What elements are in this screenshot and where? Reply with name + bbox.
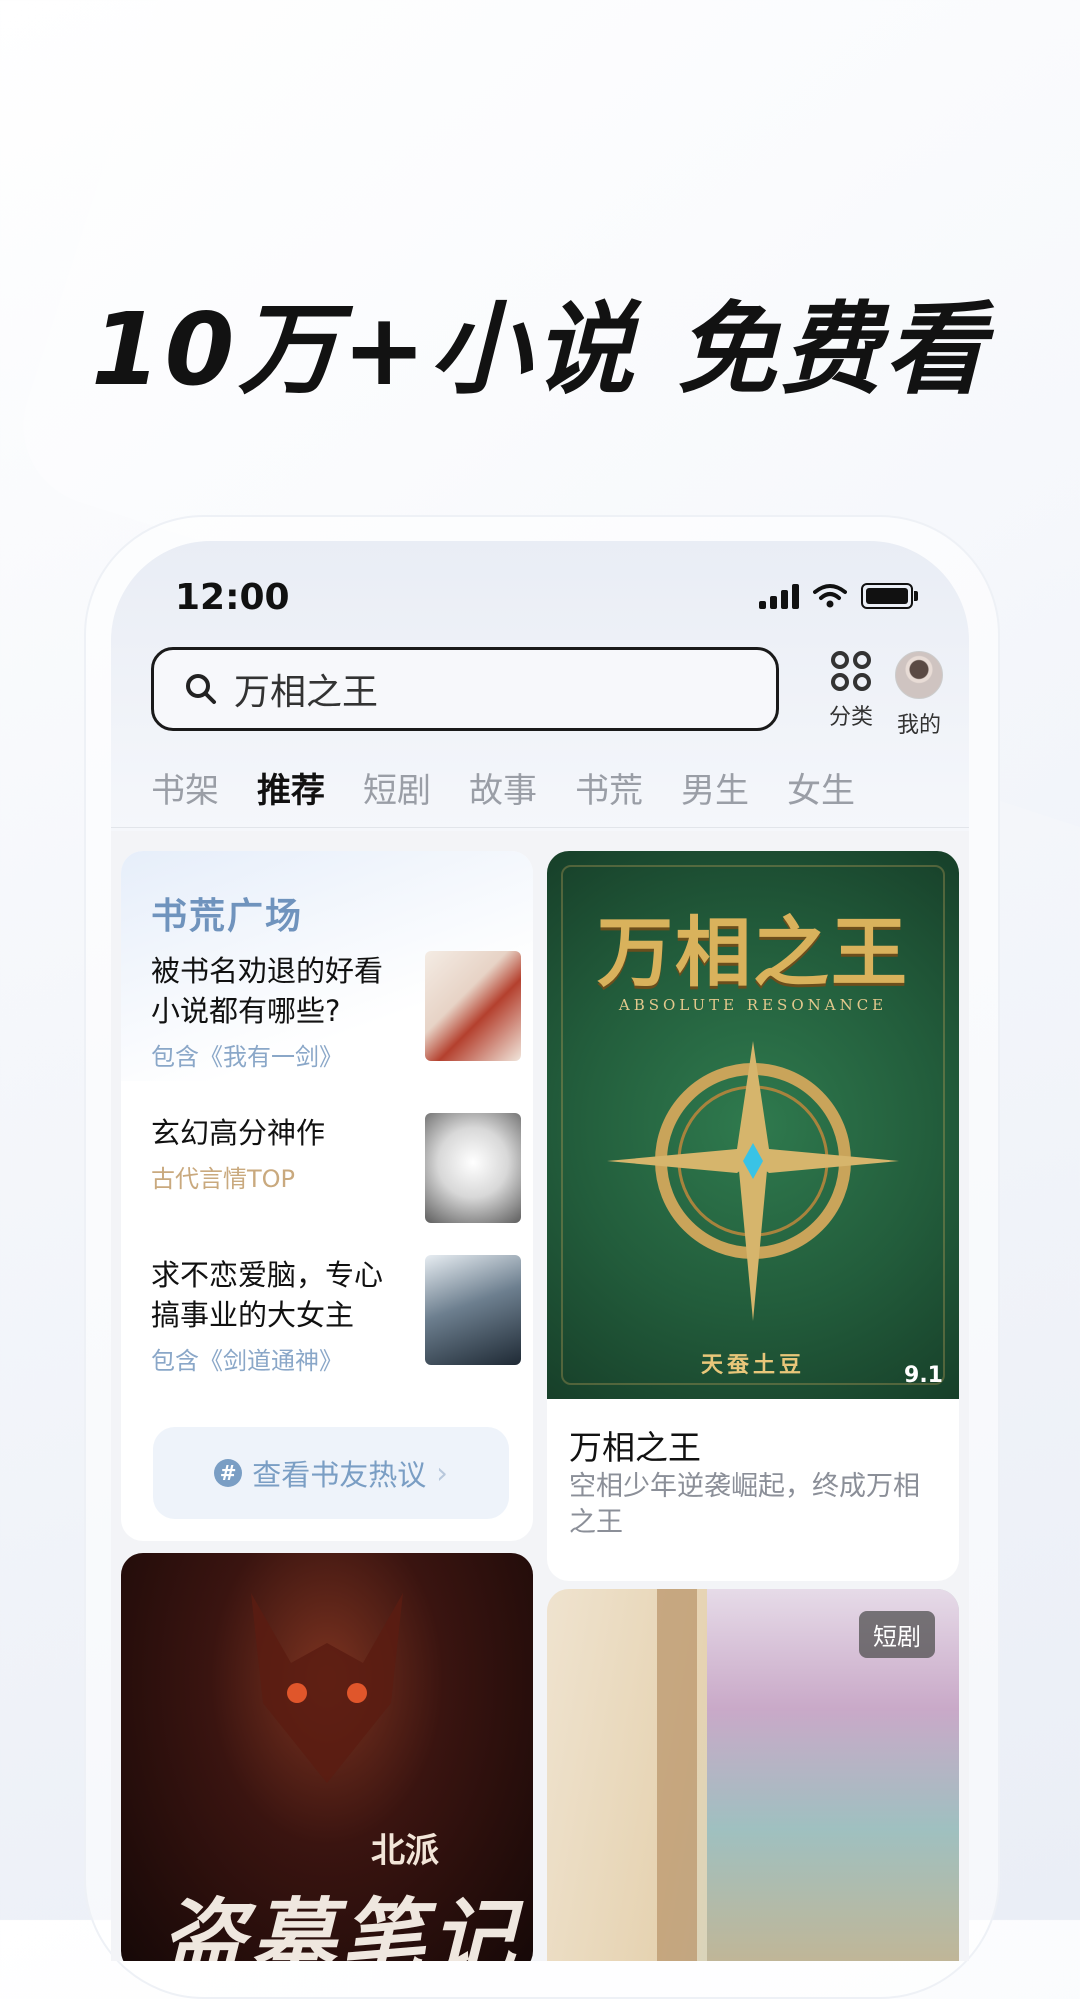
search-box[interactable]: 万相之王 xyxy=(151,647,779,731)
category-label: 分类 xyxy=(828,705,873,730)
book-square-card: 书荒广场 被书名劝退的好看小说都有哪些? 包含《我有一剑》 玄幻高分神作 古代言… xyxy=(121,851,533,1541)
compass-emblem xyxy=(607,1041,899,1321)
drama-cover-card[interactable]: 短剧 xyxy=(547,1589,959,1961)
book-square-title: 书荒广场 xyxy=(151,896,304,937)
topic-cover-image xyxy=(425,1113,521,1223)
tab-divider xyxy=(111,827,969,828)
demon-mask-image xyxy=(251,1593,403,1783)
tab-female[interactable]: 女生 xyxy=(787,763,855,812)
topic-item[interactable]: 求不恋爱脑，专心搞事业的大女主 包含《剑道通神》 xyxy=(151,1255,521,1376)
book-cover-card[interactable]: 北派 盗墓笔记 xyxy=(121,1553,533,1961)
tab-story[interactable]: 故事 xyxy=(469,763,537,812)
short-drama-badge: 短剧 xyxy=(859,1611,935,1658)
status-time: 12:00 xyxy=(175,577,290,618)
cover-subtitle: ABSOLUTE RESONANCE xyxy=(618,996,888,1014)
promo-headline: 10万+小说 免费看 xyxy=(91,291,989,408)
featured-book-card[interactable]: 万相之王 ABSOLUTE RESONANCE 天蚕土豆 9.1 万相之王 空相… xyxy=(547,851,959,1581)
avatar xyxy=(895,651,943,699)
view-discussion-label: 查看书友热议 xyxy=(252,1458,427,1492)
tab-male[interactable]: 男生 xyxy=(681,763,749,812)
profile-label: 我的 xyxy=(896,713,941,738)
view-discussion-button[interactable]: # 查看书友热议 › xyxy=(153,1427,509,1519)
chevron-right-icon: › xyxy=(436,1456,448,1490)
profile-button[interactable]: 我的 xyxy=(885,651,953,739)
book-title: 万相之王 xyxy=(569,1428,701,1467)
category-button[interactable]: 分类 xyxy=(811,651,891,731)
signal-icon xyxy=(759,583,799,609)
battery-icon xyxy=(861,583,918,609)
status-icons xyxy=(759,583,918,609)
search-query: 万相之王 xyxy=(234,672,379,713)
cover-title: 万相之王 xyxy=(597,908,909,997)
topic-item[interactable]: 玄幻高分神作 古代言情TOP xyxy=(151,1113,521,1223)
search-icon xyxy=(186,674,216,704)
book-description: 空相少年逆袭崛起，终成万相之王 xyxy=(569,1471,920,1538)
book-cover: 万相之王 ABSOLUTE RESONANCE 天蚕土豆 9.1 xyxy=(547,851,959,1399)
tab-bookshelf[interactable]: 书架 xyxy=(151,763,219,812)
book-score: 9.1 xyxy=(904,1363,943,1388)
topic-item[interactable]: 被书名劝退的好看小说都有哪些? 包含《我有一剑》 xyxy=(151,951,521,1072)
hashtag-icon: # xyxy=(214,1459,243,1487)
grid-icon xyxy=(831,651,871,691)
wifi-icon xyxy=(813,584,847,608)
phone-screen: 12:00 万相之王 分类 我的 书架 推荐 短剧 故事 书荒 男生 女生 书荒… xyxy=(111,541,969,1961)
cover-author: 天蚕土豆 xyxy=(700,1353,805,1378)
tab-book-shortage[interactable]: 书荒 xyxy=(575,763,643,812)
cover-title: 盗墓笔记 xyxy=(161,1889,522,1961)
topic-cover-image xyxy=(425,951,521,1061)
cover-tag: 北派 xyxy=(371,1831,439,1871)
channel-tabs: 书架 推荐 短剧 故事 书荒 男生 女生 xyxy=(151,763,855,812)
topic-cover-image xyxy=(425,1255,521,1365)
tab-short-drama[interactable]: 短剧 xyxy=(363,763,431,812)
drama-poster-text-band xyxy=(657,1589,697,1961)
tab-recommend[interactable]: 推荐 xyxy=(257,763,325,812)
